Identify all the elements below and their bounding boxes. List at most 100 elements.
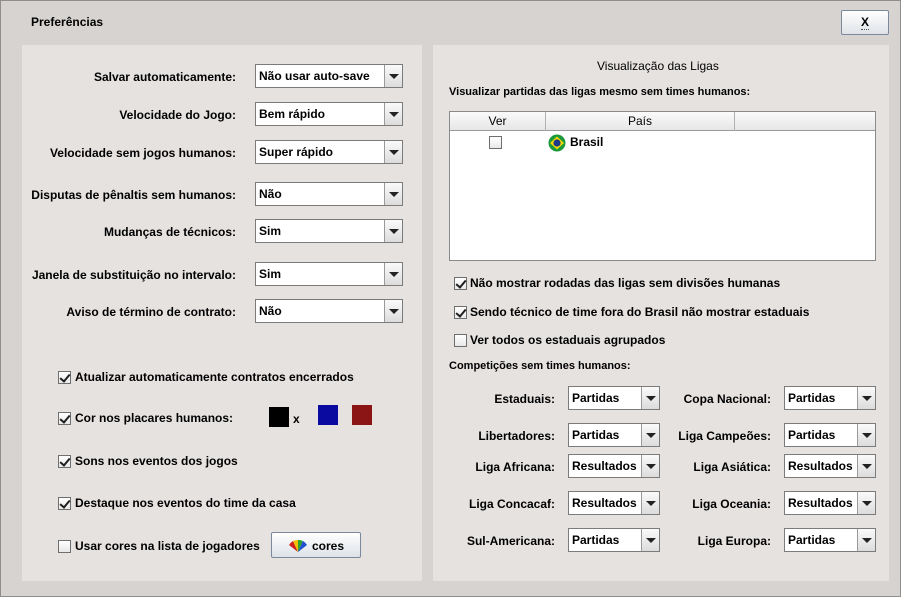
group-state-leagues-label: Ver todos os estaduais agrupados <box>470 333 666 347</box>
chevron-down-icon[interactable] <box>857 424 875 446</box>
liga-asiatica-value: Resultados <box>788 459 853 473</box>
liga-europa-select[interactable]: Partidas <box>784 528 876 552</box>
game-sounds-checkbox[interactable] <box>58 455 71 468</box>
chevron-down-icon[interactable] <box>384 183 402 205</box>
chevron-down-icon[interactable] <box>857 529 875 551</box>
estaduais-select[interactable]: Partidas <box>568 386 660 410</box>
window-title: Preferências <box>31 15 104 29</box>
color-separator: x <box>293 412 300 426</box>
setting-label-penalties: Disputas de pênaltis sem humanos: <box>31 188 236 202</box>
game-sounds-label: Sons nos eventos dos jogos <box>75 454 238 468</box>
liga-asiatica-select[interactable]: Resultados <box>784 454 876 478</box>
chevron-down-icon[interactable] <box>641 424 659 446</box>
penalties-value: Não <box>259 187 282 201</box>
setting-label-substitution-window: Janela de substituição no intervalo: <box>31 268 236 282</box>
competition-label-sul-americana: Sul-Americana: <box>466 534 555 548</box>
penalties-select[interactable]: Não <box>255 182 403 206</box>
chevron-down-icon[interactable] <box>641 529 659 551</box>
color-swatch-blue[interactable] <box>318 405 338 425</box>
color-fan-icon <box>289 539 307 552</box>
chevron-down-icon[interactable] <box>384 220 402 242</box>
libertadores-value: Partidas <box>572 428 620 442</box>
competition-label-libertadores: Libertadores: <box>478 429 555 443</box>
competition-label-liga-campeoes: Liga Campeões: <box>678 429 771 443</box>
copa-nacional-select[interactable]: Partidas <box>784 386 876 410</box>
hide-state-leagues-checkbox[interactable] <box>454 306 467 319</box>
competition-label-liga-europa: Liga Europa: <box>697 534 771 548</box>
color-swatch-red[interactable] <box>352 405 372 425</box>
setting-label-speed-no-humans: Velocidade sem jogos humanos: <box>49 146 236 160</box>
chevron-down-icon[interactable] <box>384 141 402 163</box>
coach-changes-value: Sim <box>259 224 282 238</box>
liga-oceania-value: Resultados <box>788 496 853 510</box>
hide-state-leagues-label: Sendo técnico de time fora do Brasil não… <box>470 305 810 319</box>
row-country-name: Brasil <box>570 135 604 149</box>
table-row[interactable]: Brasil <box>450 132 875 154</box>
chevron-down-icon[interactable] <box>641 492 659 514</box>
hide-rounds-label: Não mostrar rodadas das ligas sem divisõ… <box>470 276 781 290</box>
coach-changes-select[interactable]: Sim <box>255 219 403 243</box>
chevron-down-icon[interactable] <box>641 387 659 409</box>
leagues-table: Ver País Brasil <box>449 111 876 261</box>
chevron-down-icon[interactable] <box>641 455 659 477</box>
game-speed-select[interactable]: Bem rápido <box>255 102 403 126</box>
estaduais-value: Partidas <box>572 391 620 405</box>
speed-no-humans-value: Super rápido <box>259 145 334 159</box>
chevron-down-icon[interactable] <box>384 65 402 87</box>
color-swatch-black[interactable] <box>269 407 289 427</box>
liga-africana-value: Resultados <box>572 459 637 473</box>
close-button[interactable]: X <box>841 10 889 35</box>
hide-rounds-checkbox[interactable] <box>454 277 467 290</box>
competition-label-estaduais: Estaduais: <box>494 392 555 406</box>
libertadores-select[interactable]: Partidas <box>568 423 660 447</box>
chevron-down-icon[interactable] <box>384 263 402 285</box>
brazil-flag-icon <box>548 134 566 152</box>
group-state-leagues-checkbox[interactable] <box>454 334 467 347</box>
liga-africana-select[interactable]: Resultados <box>568 454 660 478</box>
speed-no-humans-select[interactable]: Super rápido <box>255 140 403 164</box>
setting-label-game-speed: Velocidade do Jogo: <box>119 108 236 122</box>
auto-save-value: Não usar auto-save <box>259 69 370 83</box>
preferences-window: Preferências X Salvar automaticamente: N… <box>0 0 901 597</box>
player-list-colors-label: Usar cores na lista de jogadores <box>75 539 260 553</box>
leagues-heading: Visualização das Ligas <box>597 59 719 73</box>
setting-label-auto-save: Salvar automaticamente: <box>93 70 236 84</box>
auto-save-select[interactable]: Não usar auto-save <box>255 64 403 88</box>
chevron-down-icon[interactable] <box>857 387 875 409</box>
liga-campeoes-select[interactable]: Partidas <box>784 423 876 447</box>
scoreboard-color-checkbox[interactable] <box>58 412 71 425</box>
liga-oceania-select[interactable]: Resultados <box>784 491 876 515</box>
chevron-down-icon[interactable] <box>857 492 875 514</box>
competition-label-copa-nacional: Copa Nacional: <box>683 392 771 406</box>
column-ver[interactable]: Ver <box>450 112 546 131</box>
competition-label-liga-asiatica: Liga Asiática: <box>693 460 771 474</box>
cores-button[interactable]: cores <box>271 532 361 558</box>
liga-concacaf-value: Resultados <box>572 496 637 510</box>
competitions-heading: Competições sem times humanos: <box>449 360 631 372</box>
scoreboard-color-label: Cor nos placares humanos: <box>75 411 234 425</box>
chevron-down-icon[interactable] <box>384 103 402 125</box>
competition-label-liga-concacaf: Liga Concacaf: <box>468 497 555 511</box>
column-extra[interactable] <box>735 112 875 131</box>
competition-label-liga-africana: Liga Africana: <box>475 460 555 474</box>
chevron-down-icon[interactable] <box>857 455 875 477</box>
home-highlight-label: Destaque nos eventos do time da casa <box>75 496 296 510</box>
sul-americana-value: Partidas <box>572 533 620 547</box>
setting-label-coach-changes: Mudanças de técnicos: <box>103 225 236 239</box>
contract-warning-select[interactable]: Não <box>255 299 403 323</box>
substitution-window-select[interactable]: Sim <box>255 262 403 286</box>
close-label: X <box>860 15 869 30</box>
column-pais[interactable]: País <box>546 112 735 131</box>
auto-update-contracts-checkbox[interactable] <box>58 371 71 384</box>
table-header: Ver País <box>450 112 875 131</box>
sul-americana-select[interactable]: Partidas <box>568 528 660 552</box>
chevron-down-icon[interactable] <box>384 300 402 322</box>
game-speed-value: Bem rápido <box>259 107 326 121</box>
row-ver-checkbox[interactable] <box>489 136 502 149</box>
player-list-colors-checkbox[interactable] <box>58 540 71 553</box>
liga-europa-value: Partidas <box>788 533 836 547</box>
auto-update-contracts-label: Atualizar automaticamente contratos ence… <box>75 370 354 384</box>
liga-concacaf-select[interactable]: Resultados <box>568 491 660 515</box>
home-highlight-checkbox[interactable] <box>58 497 71 510</box>
competition-label-liga-oceania: Liga Oceania: <box>692 497 771 511</box>
